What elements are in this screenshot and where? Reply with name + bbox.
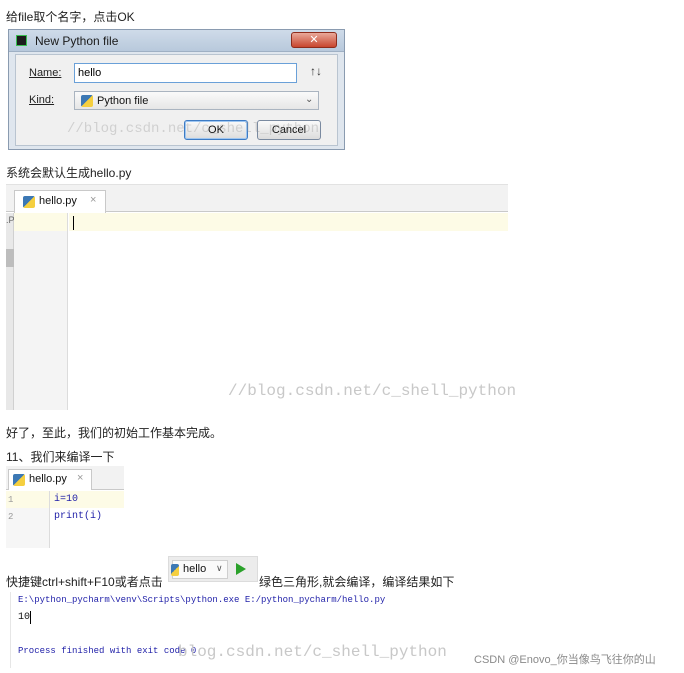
python-file-icon: [171, 564, 179, 576]
kind-label: Kind:: [29, 94, 55, 106]
project-strip: .P: [6, 213, 15, 410]
strip-selection: [6, 249, 14, 267]
editor-window: hello.py × .P //blog.csdn.net/c_shell_py…: [6, 184, 516, 410]
dialog-titlebar: New Python file ✕: [9, 30, 344, 52]
tab-hello-py[interactable]: hello.py ×: [14, 190, 106, 213]
kind-select-value: Python file: [97, 95, 149, 107]
name-label: Name:: [29, 67, 62, 79]
code-line: i=10: [54, 494, 79, 505]
console-command: E:\python_pycharm\venv\Scripts\python.ex…: [18, 595, 386, 605]
editor-snippet: hello.py × 1 2 i=10 print(i): [6, 466, 124, 548]
watermark-dialog: //blog.csdn.net/c_shell_python: [67, 121, 320, 137]
new-python-file-dialog: New Python file ✕ Name: hello ↑↓ Kind: P…: [8, 29, 345, 150]
caption-shortcut: 快捷键ctrl+shift+F10或者点击: [6, 575, 163, 589]
editor-tab-bar: hello.py ×: [6, 466, 124, 490]
tab-close-icon[interactable]: ×: [90, 194, 96, 206]
name-input-value: hello: [78, 67, 102, 79]
caption-compile: 11、我们来编译一下: [6, 450, 115, 464]
python-file-icon: [13, 474, 25, 486]
line-gutter: [14, 213, 68, 410]
tab-label: hello.py: [39, 195, 77, 207]
code-area[interactable]: [69, 213, 508, 410]
caption-default-file: 系统会默认生成hello.py: [6, 166, 132, 180]
caption-setup-done: 好了，至此，我们的初始工作基本完成。: [6, 426, 223, 440]
code-line: print(i): [54, 511, 103, 522]
current-line-gutter: [14, 213, 67, 231]
sort-arrows-icon[interactable]: ↑↓: [310, 64, 322, 78]
dialog-title: New Python file: [35, 34, 119, 48]
text-cursor: [73, 216, 74, 230]
chevron-down-icon: ∨: [216, 563, 223, 573]
caption-shortcut-tail: 绿色三角形,就会编译，编译结果如下: [259, 575, 455, 589]
run-config-name: hello: [183, 563, 207, 575]
kind-select[interactable]: Python file ⌄: [74, 91, 319, 110]
name-input[interactable]: hello: [74, 63, 297, 83]
line-number: 2: [8, 512, 14, 522]
watermark-editor: //blog.csdn.net/c_shell_python: [228, 382, 517, 400]
python-file-icon: [81, 95, 93, 107]
pycharm-icon: [16, 35, 27, 46]
chevron-down-icon: ⌄: [305, 94, 314, 105]
line-gutter: 1 2: [6, 491, 50, 548]
line-number: 1: [8, 495, 14, 505]
csdn-credit: CSDN @Enovo_你当像鸟飞往你的山: [474, 654, 656, 666]
console-program-output: 10: [18, 612, 31, 623]
text-cursor: [30, 611, 31, 624]
close-button[interactable]: ✕: [291, 32, 337, 48]
python-file-icon: [23, 196, 35, 208]
run-toolbar: hello ∨: [168, 556, 258, 582]
code-area[interactable]: i=10 print(i): [50, 491, 124, 548]
run-config-select[interactable]: hello ∨: [171, 560, 228, 579]
current-line-highlight: [69, 213, 508, 231]
console-exit-message: Process finished with exit code 0: [18, 646, 197, 656]
watermark-console: blog.csdn.net/c_shell_python: [178, 643, 447, 661]
console-border: [10, 592, 11, 668]
caption-name-file: 给file取个名字，点击OK: [6, 10, 135, 24]
tab-hello-py[interactable]: hello.py ×: [8, 469, 92, 490]
tab-label: hello.py: [29, 473, 67, 485]
tab-close-icon[interactable]: ×: [77, 472, 83, 484]
run-play-icon[interactable]: [235, 562, 247, 576]
editor-tab-bar: hello.py ×: [6, 184, 508, 213]
